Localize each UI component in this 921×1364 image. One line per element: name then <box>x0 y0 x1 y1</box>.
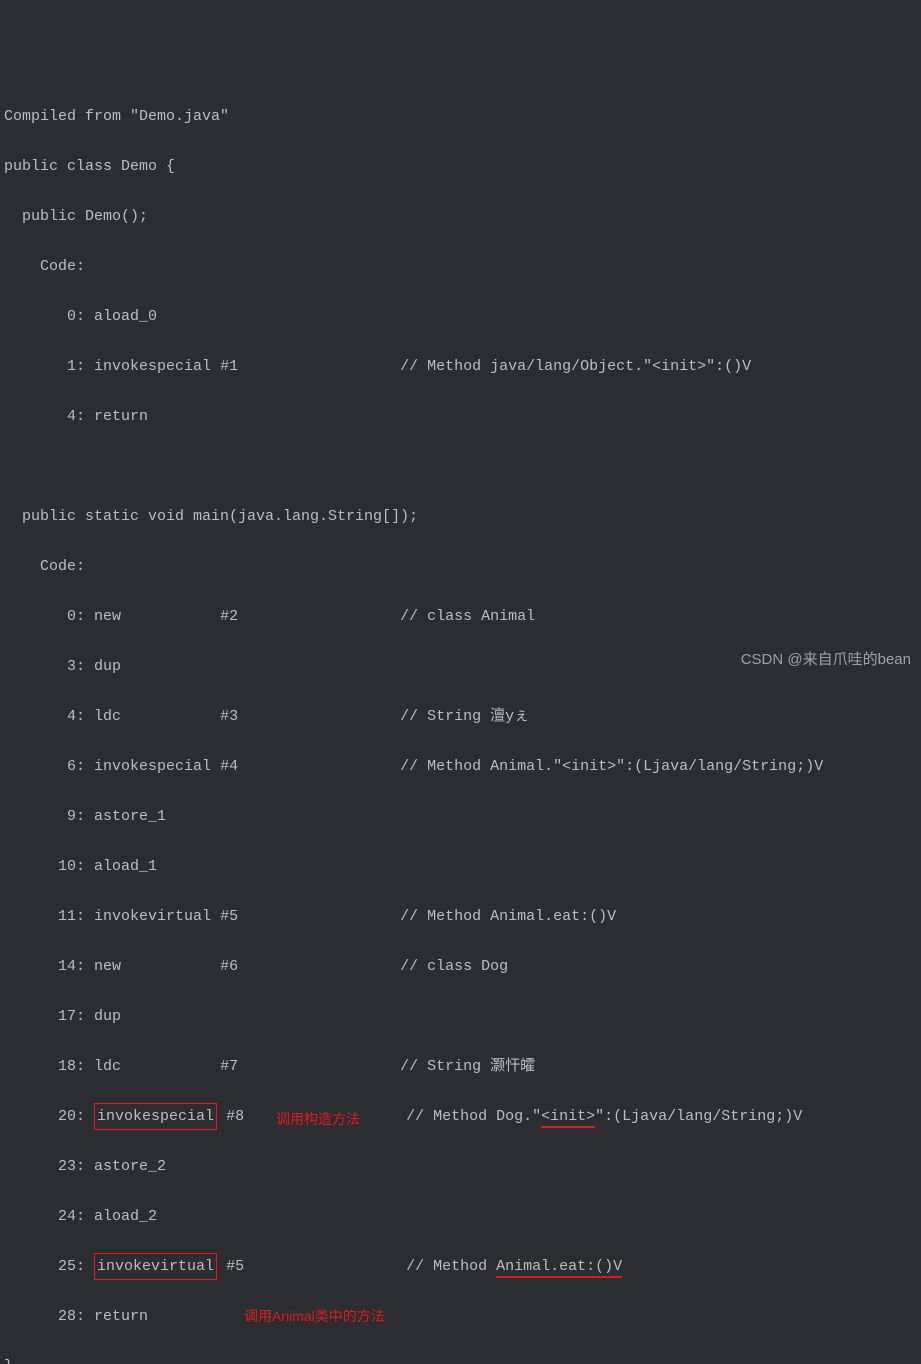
arg: #5 <box>220 908 238 925</box>
op: return <box>94 1308 148 1325</box>
idx: 25: <box>4 1258 85 1275</box>
idx: 10: <box>4 858 85 875</box>
main-signature: public static void main(java.lang.String… <box>4 504 917 529</box>
op: dup <box>94 658 121 675</box>
op: aload_0 <box>94 308 157 325</box>
op: astore_2 <box>94 1158 166 1175</box>
watermark: CSDN @来自爪哇的bean <box>741 647 911 672</box>
op: aload_1 <box>94 858 157 875</box>
idx: 6: <box>4 758 85 775</box>
main-instr-28: 28: return 调用Animal类中的方法 <box>4 1304 917 1329</box>
idx: 4: <box>4 408 85 425</box>
idx: 11: <box>4 908 85 925</box>
arg: #3 <box>220 708 238 725</box>
highlight-invokevirtual: invokevirtual <box>94 1253 217 1280</box>
comment: // class Animal <box>400 608 535 625</box>
arg: #8 <box>226 1108 244 1125</box>
op: invokespecial <box>94 358 211 375</box>
comment-underline-animal-eat: Animal.eat:()V <box>496 1258 622 1278</box>
ctor-signature: public Demo(); <box>4 204 917 229</box>
main-instr-24: 24: aload_2 <box>4 1204 917 1229</box>
idx: 0: <box>4 308 85 325</box>
idx: 23: <box>4 1158 85 1175</box>
main-instr-6: 6: invokespecial #4 // Method Animal."<i… <box>4 754 917 779</box>
main-instr-17: 17: dup <box>4 1004 917 1029</box>
main-instr-23: 23: astore_2 <box>4 1154 917 1179</box>
main-instr-10: 10: aload_1 <box>4 854 917 879</box>
op: aload_2 <box>94 1208 157 1225</box>
idx: 3: <box>4 658 85 675</box>
main-code-label: Code: <box>4 554 917 579</box>
op: invokespecial <box>94 758 211 775</box>
op: new <box>94 958 121 975</box>
arg: #4 <box>220 758 238 775</box>
comment: // class Dog <box>400 958 508 975</box>
ctor-instr-1: 1: invokespecial #1 // Method java/lang/… <box>4 354 917 379</box>
comment-post: ":(Ljava/lang/String;)V <box>595 1108 802 1125</box>
idx: 9: <box>4 808 85 825</box>
main-instr-18: 18: ldc #7 // String 灏忓皬 <box>4 1054 917 1079</box>
comment: // Method java/lang/Object."<init>":()V <box>400 358 751 375</box>
idx: 18: <box>4 1058 85 1075</box>
comment: // Method Animal."<init>":(Ljava/lang/St… <box>400 758 823 775</box>
main-instr-11: 11: invokevirtual #5 // Method Animal.ea… <box>4 904 917 929</box>
ctor-instr-0: 0: aload_0 <box>4 304 917 329</box>
arg: #6 <box>220 958 238 975</box>
op: ldc <box>94 1058 121 1075</box>
class-declaration: public class Demo { <box>4 154 917 179</box>
compiled-from: Compiled from "Demo.java" <box>4 104 917 129</box>
idx: 28: <box>4 1308 85 1325</box>
idx: 17: <box>4 1008 85 1025</box>
arg: #5 <box>226 1258 244 1275</box>
main-instr-9: 9: astore_1 <box>4 804 917 829</box>
comment-pre: // Method <box>406 1258 496 1275</box>
ctor-code-label: Code: <box>4 254 917 279</box>
class-close: } <box>4 1354 917 1364</box>
ctor-instr-4: 4: return <box>4 404 917 429</box>
highlight-invokespecial: invokespecial <box>94 1103 217 1130</box>
op: invokevirtual <box>94 908 211 925</box>
main-instr-25: 25: invokevirtual #5 // Method Animal.ea… <box>4 1254 917 1279</box>
comment: // Method Animal.eat:()V <box>400 908 616 925</box>
comment-pre: // Method Dog." <box>406 1108 541 1125</box>
arg: #7 <box>220 1058 238 1075</box>
idx: 4: <box>4 708 85 725</box>
arg: #1 <box>220 358 238 375</box>
main-instr-20: 20: invokespecial #8 // Method Dog."<ini… <box>4 1104 917 1129</box>
idx: 14: <box>4 958 85 975</box>
comment: // String 澶уぇ <box>400 708 529 725</box>
arg: #2 <box>220 608 238 625</box>
idx: 24: <box>4 1208 85 1225</box>
blank-line <box>4 454 917 479</box>
annotation-animal-method: 调用Animal类中的方法 <box>244 1304 385 1329</box>
idx: 1: <box>4 358 85 375</box>
main-instr-4: 4: ldc #3 // String 澶уぇ <box>4 704 917 729</box>
idx: 20: <box>4 1108 85 1125</box>
op: return <box>94 408 148 425</box>
comment: // String 灏忓皬 <box>400 1058 535 1075</box>
op: astore_1 <box>94 808 166 825</box>
main-instr-14: 14: new #6 // class Dog <box>4 954 917 979</box>
comment-underline-init: <init> <box>541 1108 595 1128</box>
main-instr-0: 0: new #2 // class Animal <box>4 604 917 629</box>
op: new <box>94 608 121 625</box>
idx: 0: <box>4 608 85 625</box>
op: ldc <box>94 708 121 725</box>
annotation-constructor: 调用构造方法 <box>276 1107 360 1132</box>
op: dup <box>94 1008 121 1025</box>
